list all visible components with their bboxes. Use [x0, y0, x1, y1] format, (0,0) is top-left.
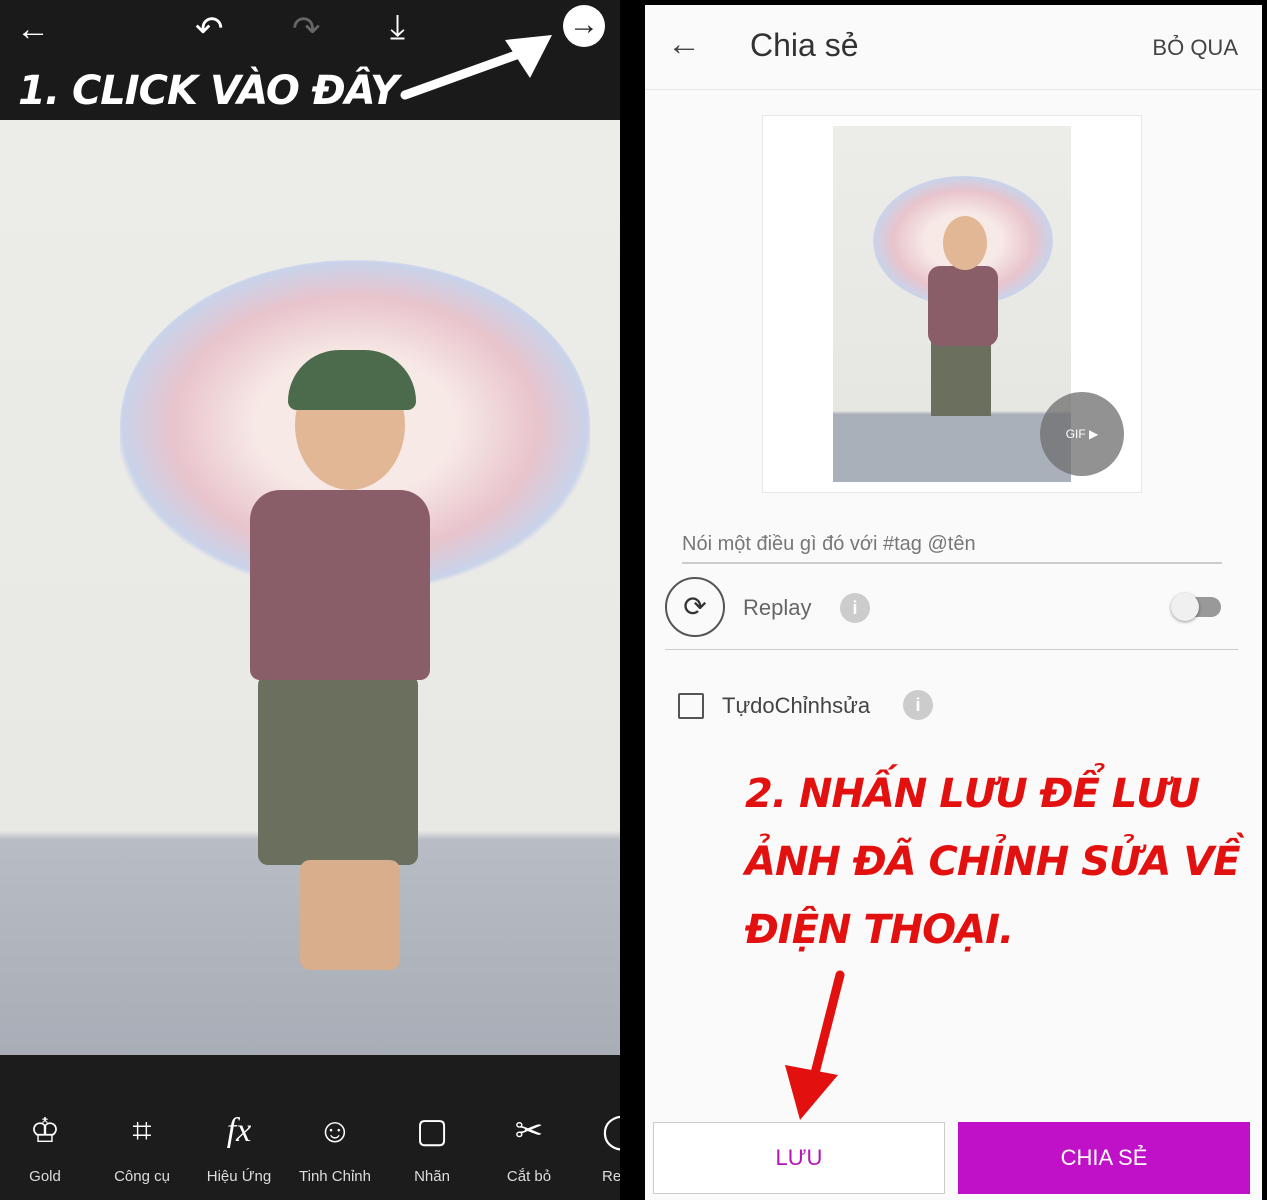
arrow-head-save	[785, 1065, 838, 1120]
annotation-arrows	[400, 35, 845, 1120]
arrow-to-next	[400, 45, 535, 100]
arrow-to-save	[807, 970, 845, 1090]
